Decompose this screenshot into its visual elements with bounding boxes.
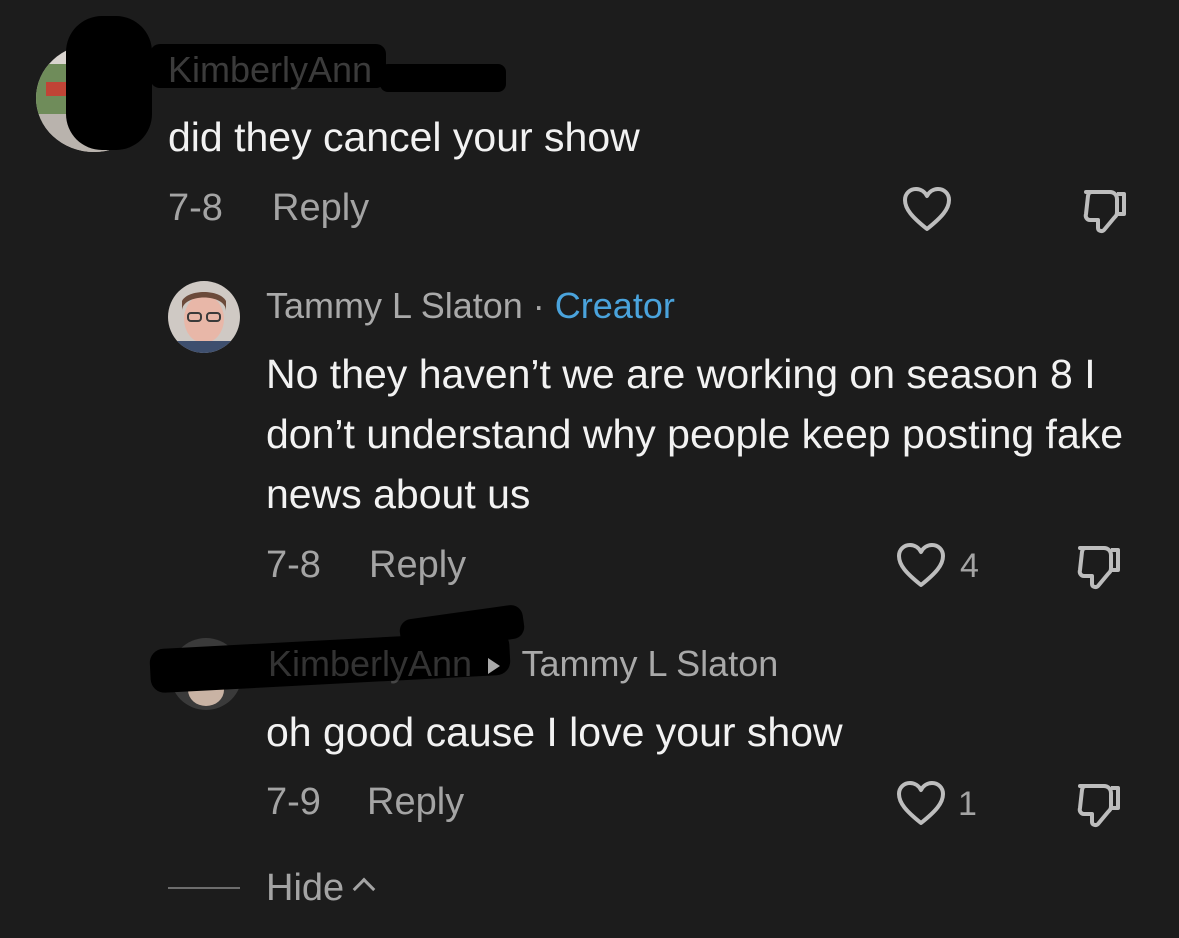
comment-username[interactable]: Tammy L Slaton · Creator [266, 286, 675, 326]
comment-text: did they cancel your show [168, 114, 640, 160]
reply-button[interactable]: Reply [272, 186, 369, 230]
like-count: 1 [958, 785, 977, 823]
redaction-mark [66, 16, 152, 150]
chevron-up-icon [352, 877, 376, 901]
reply-button[interactable]: Reply [369, 543, 466, 587]
reply-button[interactable]: Reply [367, 780, 464, 824]
redaction-mark [380, 64, 506, 92]
separator-dot: · [532, 285, 545, 326]
comment-date: 7-8 [168, 187, 223, 229]
comment-date: 7-9 [266, 781, 321, 823]
avatar[interactable] [168, 281, 240, 353]
heart-icon[interactable] [902, 186, 952, 237]
arrow-right-icon [488, 658, 501, 674]
comment-date: 7-8 [266, 544, 321, 586]
heart-icon[interactable] [896, 780, 946, 831]
heart-icon[interactable] [896, 542, 946, 593]
thumbs-down-icon[interactable] [1074, 780, 1124, 835]
like-count: 4 [960, 547, 979, 585]
creator-badge: Creator [554, 285, 675, 326]
comment-text: oh good cause I love your show [266, 709, 843, 755]
author-name[interactable]: Tammy L Slaton [266, 285, 523, 326]
thumbs-down-icon[interactable] [1074, 542, 1124, 597]
comment-username[interactable]: KimberlyAnn Tammy L Slaton [268, 644, 778, 684]
reply-to-name[interactable]: Tammy L Slaton [521, 643, 778, 684]
hide-label: Hide [266, 867, 345, 909]
comment-text: No they haven’t we are working on season… [266, 351, 1124, 517]
comment-username[interactable]: KimberlyAnn [168, 50, 372, 90]
comments-thread: KimberlyAnn did they cancel your show 7-… [0, 0, 1179, 938]
hide-replies-button[interactable]: Hide [266, 866, 376, 910]
thumbs-down-icon[interactable] [1080, 186, 1130, 241]
divider [168, 887, 240, 889]
